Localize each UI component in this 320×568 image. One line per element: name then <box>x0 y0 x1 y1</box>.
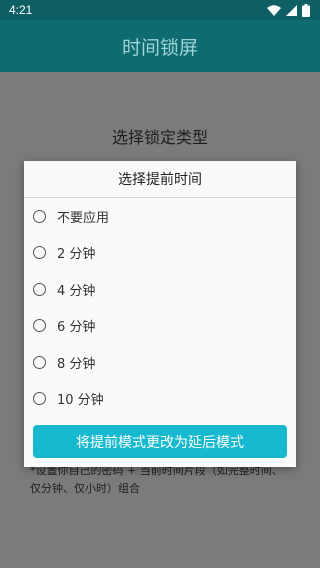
radio-button[interactable] <box>33 392 46 406</box>
option-list: 不要应用 2 分钟 4 分钟 6 分钟 8 分钟 10 分钟 <box>24 198 296 417</box>
advance-time-dialog: 选择提前时间 不要应用 2 分钟 4 分钟 6 分钟 8 分钟 10 分钟 将提… <box>24 161 296 467</box>
status-icons <box>267 4 310 17</box>
status-bar: 4:21 <box>0 0 320 20</box>
option-10-min[interactable]: 10 分钟 <box>24 381 296 418</box>
battery-icon <box>302 4 310 17</box>
option-label: 10 分钟 <box>57 393 104 409</box>
option-none[interactable]: 不要应用 <box>24 198 296 235</box>
option-label: 2 分钟 <box>57 247 96 263</box>
dialog-title: 选择提前时间 <box>24 161 296 198</box>
app-bar: 时间锁屏 <box>0 20 320 72</box>
option-6-min[interactable]: 6 分钟 <box>24 308 296 345</box>
lock-type-description: *设置你自己的密码 + 当前时间片段（如完整时间、仅分钟、仅小时）组合 <box>30 464 283 495</box>
switch-to-delay-mode-button[interactable]: 将提前模式更改为延后模式 <box>33 425 287 458</box>
option-label: 8 分钟 <box>57 356 96 372</box>
option-2-min[interactable]: 2 分钟 <box>24 235 296 272</box>
status-time: 4:21 <box>9 3 33 17</box>
option-8-min[interactable]: 8 分钟 <box>24 344 296 381</box>
app-title: 时间锁屏 <box>121 36 198 59</box>
radio-button[interactable] <box>33 282 46 296</box>
option-label: 4 分钟 <box>57 283 96 299</box>
wifi-icon <box>267 5 281 16</box>
radio-button[interactable] <box>33 209 46 223</box>
lock-type-heading: 选择锁定类型 <box>111 128 208 147</box>
radio-button[interactable] <box>33 355 46 369</box>
signal-icon <box>286 5 297 16</box>
option-label: 不要应用 <box>57 210 110 226</box>
option-label: 6 分钟 <box>57 320 96 336</box>
option-4-min[interactable]: 4 分钟 <box>24 271 296 308</box>
radio-button[interactable] <box>33 246 46 260</box>
radio-button[interactable] <box>33 319 46 333</box>
